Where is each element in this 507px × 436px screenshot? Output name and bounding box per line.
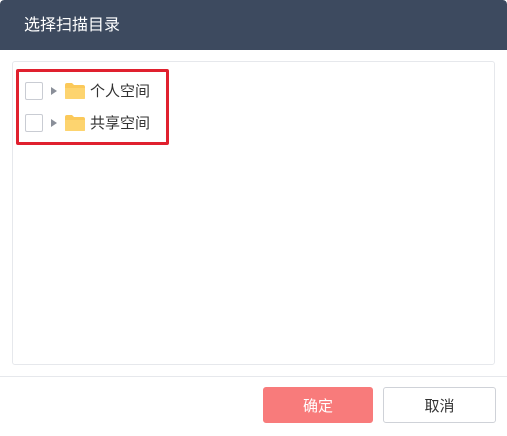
tree-node-shared-space[interactable]: 共享空间 bbox=[25, 112, 150, 134]
tree-node-label[interactable]: 共享空间 bbox=[90, 113, 150, 133]
tree-node-checkbox[interactable] bbox=[25, 82, 43, 100]
directory-tree-panel[interactable] bbox=[12, 61, 495, 365]
expand-caret-icon[interactable] bbox=[51, 87, 57, 95]
tree-node-personal-space[interactable]: 个人空间 bbox=[25, 80, 150, 102]
confirm-button[interactable]: 确定 bbox=[263, 387, 373, 423]
folder-icon bbox=[65, 115, 85, 131]
cancel-button[interactable]: 取消 bbox=[383, 387, 496, 423]
dialog-header: 选择扫描目录 bbox=[0, 0, 507, 50]
expand-caret-icon[interactable] bbox=[51, 119, 57, 127]
tree-node-checkbox[interactable] bbox=[25, 114, 43, 132]
tree-node-label[interactable]: 个人空间 bbox=[90, 81, 150, 101]
folder-icon bbox=[65, 83, 85, 99]
footer-divider bbox=[0, 376, 507, 377]
dialog-title: 选择扫描目录 bbox=[24, 15, 121, 34]
scan-directory-dialog: 选择扫描目录 个人空间 共享空间 确定 取消 bbox=[0, 0, 507, 436]
